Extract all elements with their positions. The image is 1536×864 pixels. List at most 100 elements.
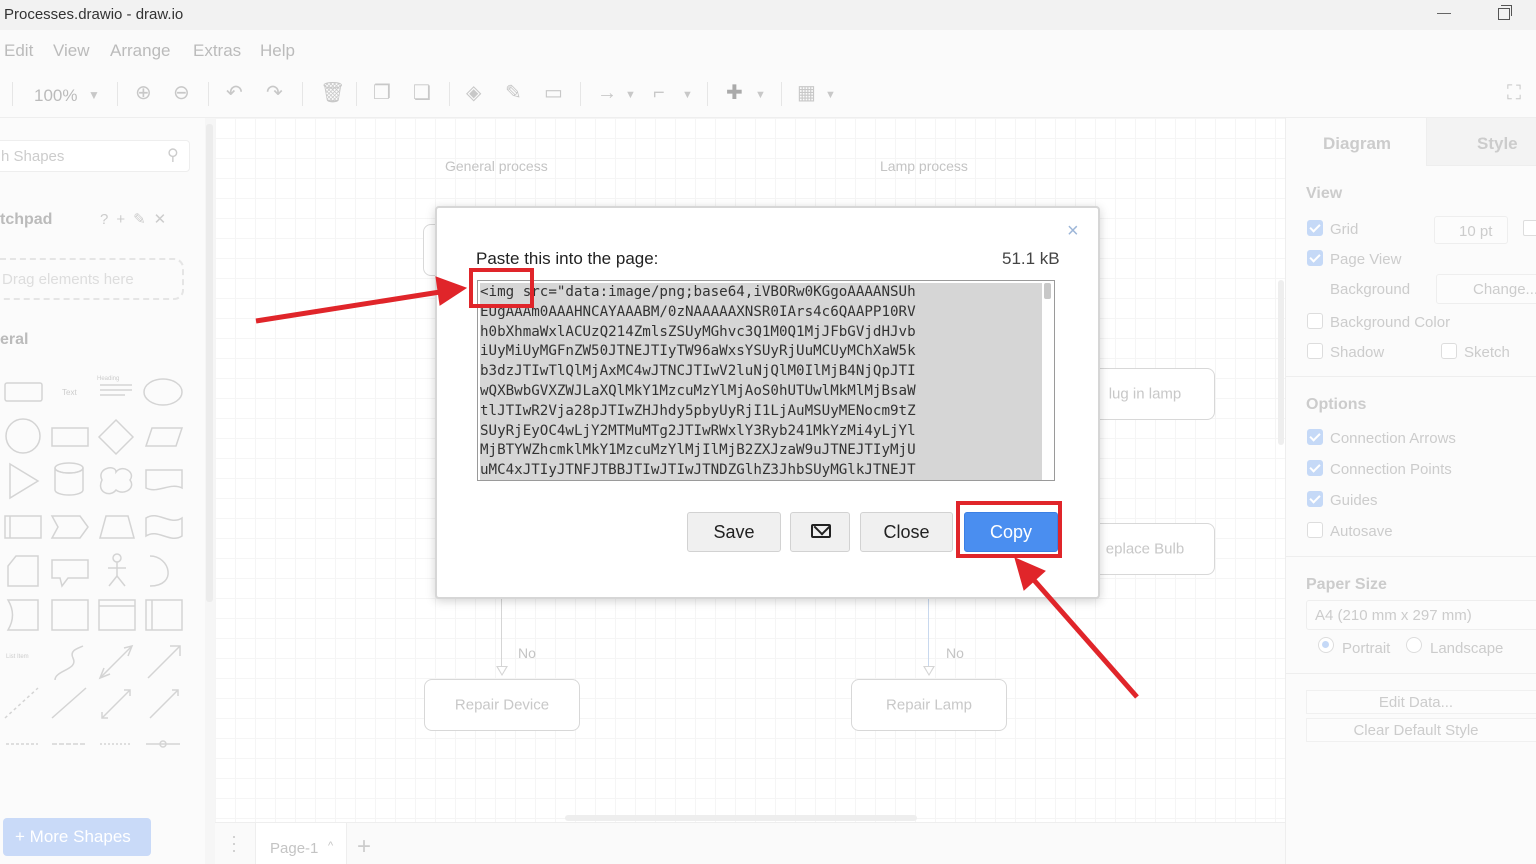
email-button[interactable] bbox=[790, 512, 850, 552]
save-button[interactable]: Save bbox=[687, 512, 781, 552]
grid-color-swatch[interactable] bbox=[1523, 220, 1536, 236]
general-section-title[interactable]: eral bbox=[0, 331, 28, 349]
toolbar-divider bbox=[449, 82, 450, 106]
diagram-node-repair-device[interactable]: Repair Device bbox=[424, 679, 580, 731]
chevron-down-icon[interactable]: ▼ bbox=[682, 84, 693, 106]
menu-edit[interactable]: Edit bbox=[4, 41, 33, 61]
canvas-horizontal-scrollbar[interactable] bbox=[565, 815, 917, 821]
chevron-up-icon[interactable]: ^ bbox=[328, 840, 333, 852]
panel-divider bbox=[1286, 376, 1536, 377]
scratchpad-title[interactable]: tchpad bbox=[0, 211, 52, 229]
shape-text-label: Text bbox=[62, 388, 77, 397]
toolbar-divider bbox=[12, 82, 13, 106]
tab-page-1[interactable]: Page-1 ^ bbox=[255, 823, 347, 864]
toolbar: 100% ▼ ⊕ ⊖ ↶ ↷ 🗑 ❐ ❏ ◈ ✎ ▭ → ▼ ⌐ ▼ ✚ ▼ ▦… bbox=[0, 70, 1536, 118]
undo-icon[interactable]: ↶ bbox=[226, 82, 243, 104]
guides-checkbox[interactable] bbox=[1307, 491, 1323, 507]
menu-arrange[interactable]: Arrange bbox=[110, 41, 170, 61]
insert-icon[interactable]: ✚ bbox=[726, 82, 743, 104]
chevron-down-icon[interactable]: ▼ bbox=[88, 84, 100, 106]
search-placeholder: h Shapes bbox=[1, 148, 65, 165]
connection-icon[interactable]: → bbox=[597, 82, 617, 104]
page-tab-label: Page-1 bbox=[270, 840, 319, 857]
fill-color-icon[interactable]: ◈ bbox=[466, 82, 481, 104]
scratchpad-actions[interactable]: ?+✎✕ bbox=[100, 210, 174, 228]
embed-code-text[interactable]: <img src="data:image/png;base64,iVBORw0K… bbox=[480, 283, 1042, 480]
portrait-radio[interactable] bbox=[1318, 637, 1334, 653]
to-back-icon[interactable]: ❏ bbox=[413, 82, 431, 104]
waypoints-icon[interactable]: ⌐ bbox=[653, 82, 665, 104]
menu-extras[interactable]: Extras bbox=[193, 41, 241, 61]
line-color-icon[interactable]: ✎ bbox=[505, 82, 522, 104]
window-title: Processes.drawio - draw.io bbox=[4, 6, 184, 23]
menu-view[interactable]: View bbox=[53, 41, 90, 61]
search-icon[interactable]: ⚲ bbox=[167, 145, 179, 165]
edge-label-no[interactable]: No bbox=[946, 645, 964, 661]
connector-line[interactable] bbox=[501, 598, 502, 668]
diagram-node-repair-lamp[interactable]: Repair Lamp bbox=[851, 679, 1007, 731]
zoom-in-icon[interactable]: ⊕ bbox=[135, 82, 152, 104]
edge-label-no[interactable]: No bbox=[518, 645, 536, 661]
sketch-label: Sketch bbox=[1464, 344, 1510, 361]
autosave-checkbox[interactable] bbox=[1307, 522, 1323, 538]
textarea-scrollbar[interactable] bbox=[1044, 283, 1051, 299]
background-color-checkbox[interactable] bbox=[1307, 313, 1323, 329]
chevron-down-icon[interactable]: ▼ bbox=[625, 84, 636, 106]
landscape-label: Landscape bbox=[1430, 640, 1504, 657]
background-color-label: Background Color bbox=[1330, 314, 1451, 331]
edit-data-button[interactable]: Edit Data... bbox=[1306, 690, 1536, 714]
delete-icon[interactable]: 🗑 bbox=[320, 82, 345, 104]
search-shapes-input[interactable]: h Shapes ⚲ bbox=[0, 140, 190, 172]
canvas-vertical-scrollbar[interactable] bbox=[1278, 280, 1284, 445]
background-label: Background bbox=[1330, 281, 1411, 298]
toolbar-divider bbox=[781, 82, 782, 106]
grid-checkbox[interactable] bbox=[1307, 220, 1323, 236]
fullscreen-icon[interactable]: ⛶ bbox=[1507, 82, 1521, 104]
menu-bar: Edit View Arrange Extras Help bbox=[0, 30, 1536, 70]
clear-default-style-button[interactable]: Clear Default Style bbox=[1306, 718, 1536, 742]
page-view-checkbox[interactable] bbox=[1307, 250, 1323, 266]
menu-help[interactable]: Help bbox=[260, 41, 295, 61]
toolbar-divider bbox=[580, 82, 581, 106]
tab-style[interactable]: Style bbox=[1426, 118, 1536, 166]
add-page-icon[interactable]: + bbox=[357, 833, 371, 861]
view-heading: View bbox=[1306, 185, 1343, 202]
scratchpad-drop-zone[interactable]: Drag elements here bbox=[0, 258, 184, 300]
grid-size-input[interactable]: 10 pt bbox=[1434, 216, 1508, 244]
embed-code-textarea[interactable]: <img src="data:image/png;base64,iVBORw0K… bbox=[477, 280, 1055, 481]
sketch-checkbox[interactable] bbox=[1441, 343, 1457, 359]
restore-icon[interactable] bbox=[1498, 5, 1512, 20]
general-process-label[interactable]: General process bbox=[445, 158, 548, 174]
shadow-label: Shadow bbox=[1330, 344, 1385, 361]
redo-icon[interactable]: ↷ bbox=[266, 82, 283, 104]
zoom-out-icon[interactable]: ⊖ bbox=[173, 82, 190, 104]
connector-line[interactable] bbox=[928, 598, 929, 668]
tab-diagram[interactable]: Diagram bbox=[1286, 118, 1426, 166]
close-icon[interactable]: × bbox=[1067, 220, 1079, 243]
sidebar-scrollbar[interactable] bbox=[205, 118, 215, 864]
change-background-button[interactable]: Change... bbox=[1436, 274, 1536, 304]
panel-divider bbox=[1286, 556, 1536, 557]
landscape-radio[interactable] bbox=[1406, 637, 1422, 653]
connection-arrows-checkbox[interactable] bbox=[1307, 429, 1323, 445]
close-button[interactable]: Close bbox=[860, 512, 953, 552]
minimize-icon[interactable] bbox=[1437, 13, 1451, 14]
shadow-checkbox[interactable] bbox=[1307, 343, 1323, 359]
paper-size-select[interactable]: A4 (210 mm x 297 mm) bbox=[1306, 600, 1536, 630]
table-icon[interactable]: ▦ bbox=[797, 82, 816, 104]
paper-size-heading: Paper Size bbox=[1306, 576, 1387, 593]
connector-arrowhead bbox=[496, 666, 508, 676]
to-front-icon[interactable]: ❐ bbox=[373, 82, 391, 104]
guides-label: Guides bbox=[1330, 492, 1378, 509]
chevron-down-icon[interactable]: ▼ bbox=[825, 84, 836, 106]
zoom-select[interactable]: 100% bbox=[34, 86, 77, 106]
shadow-icon[interactable]: ▭ bbox=[544, 82, 563, 104]
connection-points-checkbox[interactable] bbox=[1307, 460, 1323, 476]
chevron-down-icon[interactable]: ▼ bbox=[755, 84, 766, 106]
more-shapes-button[interactable]: + More Shapes bbox=[3, 818, 151, 856]
autosave-label: Autosave bbox=[1330, 523, 1393, 540]
pages-menu-icon[interactable]: · · · bbox=[231, 827, 237, 859]
drop-hint: Drag elements here bbox=[2, 271, 134, 288]
lamp-process-label[interactable]: Lamp process bbox=[880, 158, 968, 174]
general-shapes-palette[interactable]: Text Heading List Item bbox=[0, 368, 200, 748]
